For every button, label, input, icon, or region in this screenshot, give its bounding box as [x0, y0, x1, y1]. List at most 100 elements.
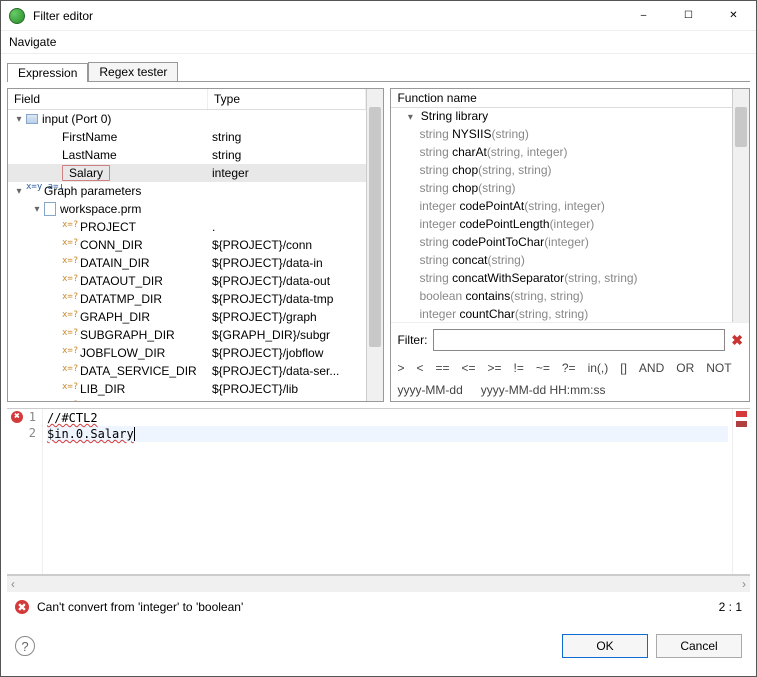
function-row[interactable]: integer codePointAt(string, integer) — [391, 198, 732, 216]
field-row[interactable]: x=?SUBGRAPH_DIR${GRAPH_DIR}/subgr — [8, 326, 366, 344]
ok-button[interactable]: OK — [562, 634, 648, 658]
code-area[interactable]: //#CTL2$in.0.Salary — [43, 409, 732, 574]
tree-twisty-icon[interactable]: ▾ — [12, 114, 26, 125]
field-row[interactable]: x=?PROJECT. — [8, 218, 366, 236]
code-editor[interactable]: ✖ 12 //#CTL2$in.0.Salary — [7, 408, 750, 575]
code-line[interactable]: $in.0.Salary — [47, 426, 728, 442]
field-header-field[interactable]: Field — [8, 89, 208, 109]
code-line[interactable]: //#CTL2 — [47, 410, 728, 426]
close-button[interactable]: ✕ — [711, 1, 756, 31]
field-type: ${PROJECT}/data-out — [208, 274, 366, 288]
function-row[interactable]: string NYSIIS(string) — [391, 126, 732, 144]
field-name: GRAPH_DIR — [80, 310, 150, 324]
operator-button[interactable]: < — [416, 361, 423, 375]
operator-button[interactable]: ~= — [536, 361, 550, 375]
date-format-button[interactable]: yyyy-MM-dd — [397, 383, 462, 397]
function-group-label: String library — [421, 109, 488, 123]
function-row[interactable]: string concatWithSeparator(string, strin… — [391, 270, 732, 288]
field-row[interactable]: ▾workspace.prm — [8, 200, 366, 218]
function-scrollbar[interactable] — [732, 89, 749, 322]
field-row[interactable]: x=?CONN_DIR${PROJECT}/conn — [8, 236, 366, 254]
filter-input[interactable] — [433, 329, 725, 351]
cancel-button[interactable]: Cancel — [656, 634, 742, 658]
top-panels: Field Type ▾input (Port 0)FirstNamestrin… — [7, 82, 750, 402]
field-header-type[interactable]: Type — [208, 89, 366, 109]
field-row[interactable]: LastName string — [8, 146, 366, 164]
field-name: DATATMP_DIR — [80, 292, 162, 306]
field-row[interactable]: x=?DATAOUT_DIR${PROJECT}/data-out — [8, 272, 366, 290]
minimize-button[interactable]: – — [621, 1, 666, 31]
menubar: Navigate — [1, 31, 756, 54]
function-row[interactable]: string concat(string) — [391, 252, 732, 270]
function-row[interactable]: string chop(string, string) — [391, 162, 732, 180]
operator-button[interactable]: > — [397, 361, 404, 375]
function-row[interactable]: string codePointToChar(integer) — [391, 234, 732, 252]
function-header[interactable]: Function name — [391, 89, 732, 108]
field-row[interactable]: x=?DATAIN_DIR${PROJECT}/data-in — [8, 254, 366, 272]
field-row[interactable]: x=? LIB_DIR ${PROJECT}/lib — [8, 380, 366, 398]
help-icon[interactable]: ? — [15, 636, 35, 656]
field-scrollbar[interactable] — [366, 89, 383, 401]
field-row[interactable]: ▾x=y a=1Graph parameters — [8, 182, 366, 200]
field-type: ${PROJECT}/data-tmp — [208, 292, 366, 306]
field-name: LastName — [62, 148, 117, 162]
field-name: LIB_DIR — [80, 382, 125, 396]
operator-button[interactable]: ?= — [562, 361, 576, 375]
editor-hscroll[interactable]: ‹ › — [7, 575, 750, 592]
field-row[interactable]: FirstNamestring — [8, 128, 366, 146]
content: Expression Regex tester Field Type ▾inpu… — [1, 54, 756, 676]
operator-button[interactable]: [] — [620, 361, 627, 375]
param-icon: x=? — [62, 238, 76, 252]
clear-filter-icon[interactable]: ✖ — [731, 332, 743, 349]
field-name: DATA_SERVICE_DIR — [80, 364, 197, 378]
field-tree[interactable]: Field Type ▾input (Port 0)FirstNamestrin… — [8, 89, 366, 401]
field-row[interactable]: x=?LOOKUP_DIR${PROJECT}/lookup — [8, 398, 366, 401]
function-group[interactable]: ▾ String library — [391, 108, 732, 126]
operator-button[interactable]: == — [435, 361, 449, 375]
tree-twisty-icon[interactable]: ▾ — [30, 204, 44, 215]
param-icon: x=? — [62, 274, 76, 288]
function-row[interactable]: string charAt(string, integer) — [391, 144, 732, 162]
operator-button[interactable]: NOT — [706, 361, 731, 375]
field-type: ${PROJECT}/lookup — [208, 400, 366, 401]
param-icon: x=? — [62, 346, 76, 360]
operators-row: > < == <= >= != ~= ?= in(,) [] AND OR NOT — [391, 357, 749, 379]
menu-navigate[interactable]: Navigate — [9, 35, 56, 49]
tab-regex[interactable]: Regex tester — [88, 62, 178, 82]
field-name: CONN_DIR — [80, 238, 143, 252]
chevron-down-icon: ▾ — [403, 112, 417, 123]
scroll-left-icon[interactable]: ‹ — [11, 577, 15, 591]
field-type: ${GRAPH_DIR}/subgr — [208, 328, 366, 342]
operator-button[interactable]: >= — [488, 361, 502, 375]
date-format-button[interactable]: yyyy-MM-dd HH:mm:ss — [481, 383, 606, 397]
field-type: string — [208, 148, 366, 162]
overview-ruler[interactable] — [732, 409, 750, 574]
operator-button[interactable]: != — [514, 361, 524, 375]
operator-button[interactable]: OR — [676, 361, 694, 375]
param-icon: x=? — [62, 310, 76, 324]
field-row[interactable]: x=?JOBFLOW_DIR${PROJECT}/jobflow — [8, 344, 366, 362]
tree-twisty-icon[interactable]: ▾ — [12, 186, 26, 197]
function-row[interactable]: string chop(string) — [391, 180, 732, 198]
field-row[interactable]: ▾input (Port 0) — [8, 110, 366, 128]
tab-expression[interactable]: Expression — [7, 63, 88, 82]
function-row[interactable]: boolean contains(string, string) — [391, 288, 732, 306]
function-row[interactable]: integer countChar(string, string) — [391, 306, 732, 322]
operator-button[interactable]: in(,) — [588, 361, 609, 375]
ruler-error-mark[interactable] — [736, 421, 747, 427]
param-icon: x=? — [62, 256, 76, 270]
function-list[interactable]: Function name ▾ String library string NY… — [391, 89, 732, 322]
scroll-right-icon[interactable]: › — [742, 577, 746, 591]
field-row[interactable]: x=?DATA_SERVICE_DIR${PROJECT}/data-ser..… — [8, 362, 366, 380]
field-row[interactable]: Salaryinteger — [8, 164, 366, 182]
param-icon: x=? — [62, 400, 76, 401]
field-row[interactable]: x=?DATATMP_DIR${PROJECT}/data-tmp — [8, 290, 366, 308]
operator-button[interactable]: <= — [461, 361, 475, 375]
error-marker-icon[interactable]: ✖ — [11, 411, 23, 423]
maximize-button[interactable]: ☐ — [666, 1, 711, 31]
operator-button[interactable]: AND — [639, 361, 664, 375]
function-row[interactable]: integer codePointLength(integer) — [391, 216, 732, 234]
field-row[interactable]: x=?GRAPH_DIR${PROJECT}/graph — [8, 308, 366, 326]
field-type: ${PROJECT}/lib — [208, 382, 366, 396]
ruler-error-mark[interactable] — [736, 411, 747, 417]
